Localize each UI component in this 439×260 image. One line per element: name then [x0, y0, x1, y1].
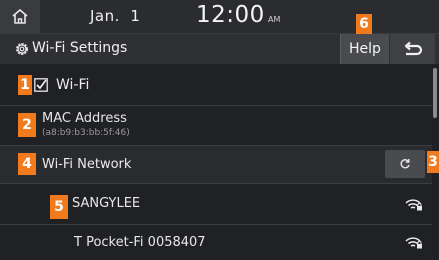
- mac-address-row: MAC Address (a8:b9:b3:bb:5f:46): [0, 106, 432, 146]
- wifi-label: Wi-Fi: [56, 77, 90, 93]
- back-button[interactable]: [390, 34, 435, 64]
- network-name: T Pocket-Fi 0058407: [74, 235, 206, 250]
- gear-icon: [16, 43, 28, 55]
- callout-marker-2: 2: [18, 113, 36, 137]
- refresh-button[interactable]: [385, 150, 425, 178]
- time-display: 12:00: [196, 2, 265, 28]
- status-bar: Jan. 1 12:00 AM: [0, 0, 439, 34]
- date-display: Jan. 1: [90, 7, 141, 25]
- wifi-network-header-row: Wi-Fi Network: [0, 146, 432, 184]
- scrollbar-thumb[interactable]: [433, 68, 437, 118]
- wifi-checkbox[interactable]: [34, 78, 48, 92]
- wifi-toggle-row[interactable]: Wi-Fi: [0, 64, 432, 106]
- page-title: Wi-Fi Settings: [32, 40, 128, 56]
- callout-marker-5: 5: [50, 195, 68, 219]
- callout-marker-4: 4: [18, 153, 36, 175]
- network-name: SANGYLEE: [72, 196, 141, 211]
- refresh-icon: [400, 159, 410, 169]
- wifi-locked-icon: [405, 199, 422, 211]
- home-icon: [12, 9, 28, 24]
- help-button[interactable]: Help: [340, 34, 389, 64]
- mac-address-label: MAC Address: [42, 111, 127, 126]
- ampm-indicator: AM: [268, 15, 281, 24]
- wifi-network-label: Wi-Fi Network: [42, 157, 132, 172]
- mac-address-value: (a8:b9:b3:bb:5f:46): [42, 128, 130, 138]
- callout-marker-6: 6: [356, 14, 372, 34]
- callout-marker-1: 1: [18, 75, 32, 95]
- back-arrow-icon: [404, 41, 422, 56]
- network-list-item[interactable]: T Pocket-Fi 0058407: [0, 225, 432, 260]
- home-button[interactable]: [0, 0, 40, 33]
- callout-marker-3: 3: [427, 151, 439, 173]
- wifi-settings-screen: Jan. 1 12:00 AM Wi-Fi Settings Help Wi-F…: [0, 0, 439, 260]
- wifi-locked-icon: [405, 237, 422, 249]
